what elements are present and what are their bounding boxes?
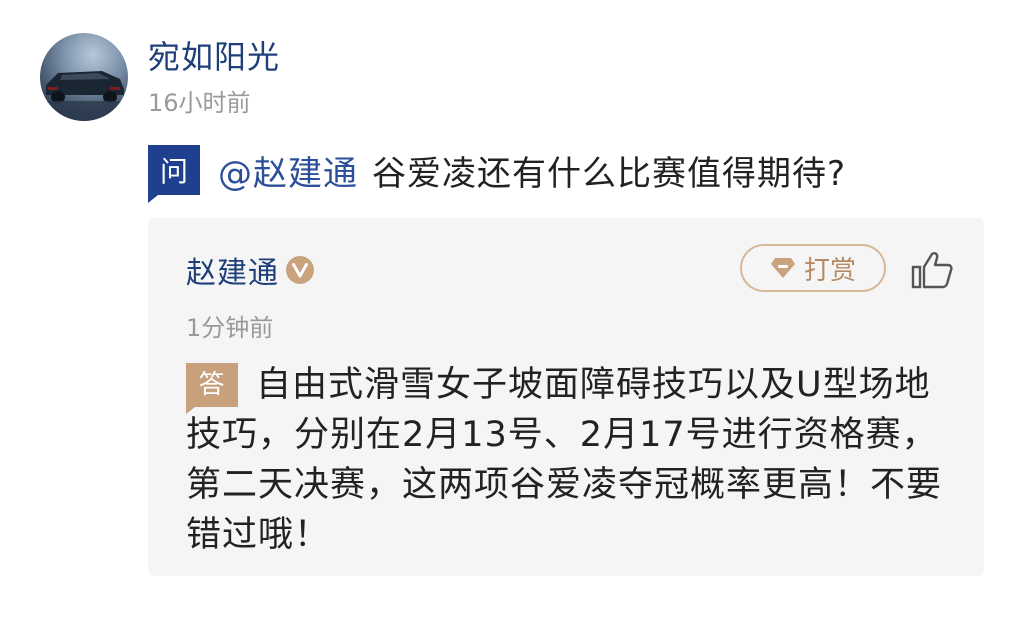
question-row: 问 @赵建通 谷爱凌还有什么比赛值得期待? <box>148 144 847 203</box>
answer-card: 赵建通 1分钟前 打赏 答自由式滑雪女子坡面障碍技巧以及U型场地技巧，分别在2月… <box>148 218 984 576</box>
reward-button[interactable]: 打赏 <box>740 244 886 292</box>
verified-v-icon <box>286 256 314 284</box>
car-avatar-icon <box>40 71 128 121</box>
reward-label: 打赏 <box>803 255 856 286</box>
answer-badge: 答 <box>186 363 238 414</box>
answer-author-row: 赵建通 <box>186 248 315 292</box>
thumbs-up-icon[interactable] <box>910 250 954 290</box>
avatar[interactable] <box>40 33 128 121</box>
answer-text: 自由式滑雪女子坡面障碍技巧以及U型场地技巧，分别在2月13号、2月17号进行资格… <box>186 365 943 555</box>
question-text: 谷爱凌还有什么比赛值得期待? <box>372 153 847 194</box>
gem-icon <box>770 258 795 278</box>
answer-body: 答自由式滑雪女子坡面障碍技巧以及U型场地技巧，分别在2月13号、2月17号进行资… <box>186 360 946 560</box>
author-name[interactable]: 宛如阳光 <box>148 36 280 78</box>
post-time: 16小时前 <box>148 89 251 117</box>
answer-time: 1分钟前 <box>186 314 274 342</box>
mention-link[interactable]: @赵建通 <box>218 146 358 195</box>
qa-post: 宛如阳光 16小时前 问 @赵建通 谷爱凌还有什么比赛值得期待? 赵建通 1分钟… <box>0 0 1024 623</box>
answer-author-name[interactable]: 赵建通 <box>186 248 279 292</box>
question-badge: 问 <box>148 145 200 203</box>
